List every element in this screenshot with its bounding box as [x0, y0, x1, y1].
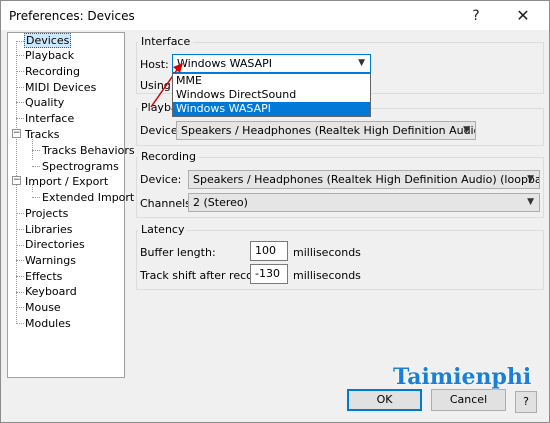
tree-item-effects[interactable]: Effects	[25, 269, 62, 284]
shift-unit-label: milliseconds	[293, 269, 361, 282]
buffer-length-label: Buffer length:	[140, 246, 216, 259]
recording-device-value: Speakers / Headphones (Realtek High Defi…	[193, 173, 540, 186]
tree-item-extended-import[interactable]: Extended Import	[42, 190, 134, 205]
tree-item-midi-devices[interactable]: MIDI Devices	[25, 80, 96, 95]
chevron-down-icon: ▼	[463, 125, 470, 135]
host-dropdown-list[interactable]: MME Windows DirectSound Windows WASAPI	[172, 73, 371, 117]
host-option-wasapi[interactable]: Windows WASAPI	[173, 102, 370, 116]
tree-item-spectrograms[interactable]: Spectrograms	[42, 159, 119, 174]
recording-group-label: Recording	[138, 150, 200, 163]
chevron-down-icon: ▼	[358, 58, 365, 68]
recording-device-select[interactable]: Speakers / Headphones (Realtek High Defi…	[188, 170, 540, 189]
tree-item-keyboard[interactable]: Keyboard	[25, 284, 77, 299]
channels-label: Channels:	[140, 197, 195, 210]
recording-device-label: Device:	[140, 173, 182, 186]
collapse-import-export-icon[interactable]: −	[12, 176, 21, 185]
buffer-length-input[interactable]: 100	[250, 241, 288, 261]
tree-item-warnings[interactable]: Warnings	[25, 253, 76, 268]
preferences-window: Preferences: Devices ? ✕ − − Devices Pla…	[0, 0, 550, 423]
host-select-value: Windows WASAPI	[177, 57, 272, 70]
track-shift-input[interactable]: -130	[250, 264, 288, 284]
close-button[interactable]: ✕	[506, 1, 540, 30]
tree-item-mouse[interactable]: Mouse	[25, 300, 61, 315]
tree-item-tracks[interactable]: Tracks	[25, 127, 60, 142]
tree-item-libraries[interactable]: Libraries	[25, 222, 73, 237]
host-option-directsound[interactable]: Windows DirectSound	[173, 88, 370, 102]
channels-select[interactable]: 2 (Stereo) ▼	[188, 193, 540, 212]
chevron-down-icon: ▼	[527, 197, 534, 207]
tree-item-directories[interactable]: Directories	[25, 237, 85, 252]
chevron-down-icon: ▼	[527, 174, 534, 184]
interface-group-label: Interface	[138, 35, 194, 48]
cancel-button[interactable]: Cancel	[431, 389, 506, 411]
host-select[interactable]: Windows WASAPI ▼	[172, 54, 371, 73]
buffer-unit-label: milliseconds	[293, 246, 361, 259]
host-option-mme[interactable]: MME	[173, 74, 370, 88]
help-title-button[interactable]: ?	[459, 1, 493, 30]
playback-device-select[interactable]: Speakers / Headphones (Realtek High Defi…	[176, 121, 476, 140]
tree-item-import-export[interactable]: Import / Export	[25, 174, 108, 189]
collapse-tracks-icon[interactable]: −	[12, 129, 21, 138]
tree-item-recording[interactable]: Recording	[25, 64, 80, 79]
tree-item-devices[interactable]: Devices	[24, 33, 72, 48]
ok-button[interactable]: OK	[347, 389, 422, 411]
playback-device-value: Speakers / Headphones (Realtek High Defi…	[181, 124, 476, 137]
preferences-tree[interactable]: − − Devices Playback Recording MIDI Devi…	[7, 32, 135, 378]
latency-group-label: Latency	[138, 223, 188, 236]
tree-item-interface[interactable]: Interface	[25, 111, 74, 126]
window-title: Preferences: Devices	[9, 9, 135, 23]
channels-value: 2 (Stereo)	[193, 196, 248, 209]
tree-item-tracks-behaviors[interactable]: Tracks Behaviors	[42, 143, 135, 158]
tree-item-playback[interactable]: Playback	[25, 48, 74, 63]
watermark-logo: Taimienphi	[393, 364, 532, 390]
tree-item-modules[interactable]: Modules	[25, 316, 71, 331]
tree-item-quality[interactable]: Quality	[25, 95, 64, 110]
help-button[interactable]: ?	[515, 391, 537, 413]
tree-item-projects[interactable]: Projects	[25, 206, 68, 221]
title-bar: Preferences: Devices ? ✕	[1, 1, 549, 30]
track-shift-label: Track shift after record:	[140, 269, 268, 282]
